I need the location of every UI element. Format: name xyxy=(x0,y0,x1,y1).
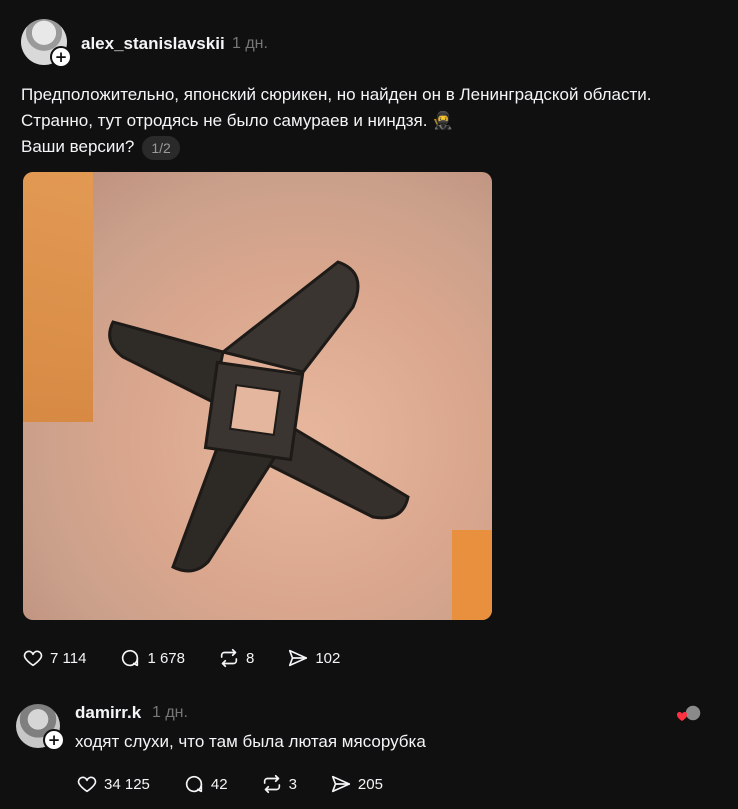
reply-repost-count: 3 xyxy=(288,775,297,793)
heart-icon xyxy=(23,650,43,667)
reply-follow-plus-icon[interactable]: + xyxy=(43,729,65,751)
post-text: Предположительно, японский сюрикен, но н… xyxy=(21,82,731,160)
post-timestamp: 1 дн. xyxy=(232,35,268,52)
repost-arrows-icon xyxy=(263,774,280,794)
comment-bubble-icon xyxy=(185,775,203,793)
send-arrow-icon xyxy=(289,649,308,667)
post-repost-count: 8 xyxy=(245,649,255,667)
reply-share-button[interactable]: 205 xyxy=(330,773,383,795)
reply-comment-button[interactable]: 42 xyxy=(183,773,228,795)
reply-like-count: 34 125 xyxy=(104,775,150,793)
reply-share-count: 205 xyxy=(357,775,383,793)
post-text-line-2: Странно, тут отродясь не было самураев и… xyxy=(21,111,454,130)
post-text-line-3-label: Ваши версии? xyxy=(21,137,135,156)
author-username[interactable]: alex_stanislavskii xyxy=(81,34,225,54)
post-text-line-3: Ваши версии? 1/2 xyxy=(21,134,731,160)
author-liked-heart-icon xyxy=(676,704,702,722)
shuriken-blade-illustration xyxy=(108,260,410,573)
comment-bubble-icon xyxy=(122,649,139,667)
post-like-button[interactable]: 7 114 xyxy=(22,647,86,669)
post-actions: 7 114 1 678 8 102 xyxy=(22,647,373,669)
post-comment-button[interactable]: 1 678 xyxy=(119,647,185,669)
post-like-count: 7 114 xyxy=(50,649,87,667)
post-share-count: 102 xyxy=(315,649,341,667)
repost-arrows-icon xyxy=(220,648,238,668)
post-text-line-1: Предположительно, японский сюрикен, но н… xyxy=(21,85,652,104)
media-page-indicator: 1/2 xyxy=(142,135,180,160)
reply-text: ходят слухи, что там была лютая мясорубк… xyxy=(75,732,426,751)
reply-repost-button[interactable]: 3 xyxy=(261,773,297,795)
reply-timestamp: 1 дн. xyxy=(152,704,188,721)
reply-actions: 34 125 42 3 205 xyxy=(76,773,416,795)
reply-username[interactable]: damirr.k xyxy=(75,703,141,723)
reply-like-button[interactable]: 34 125 xyxy=(76,773,150,795)
send-arrow-icon xyxy=(331,775,350,793)
post-comment-count: 1 678 xyxy=(147,649,185,667)
follow-plus-icon[interactable]: + xyxy=(50,46,72,68)
reply-comment-count: 42 xyxy=(210,775,228,793)
heart-icon xyxy=(77,776,97,793)
post-share-button[interactable]: 102 xyxy=(287,647,340,669)
post-repost-button[interactable]: 8 xyxy=(218,647,254,669)
post-photo[interactable] xyxy=(23,172,492,620)
